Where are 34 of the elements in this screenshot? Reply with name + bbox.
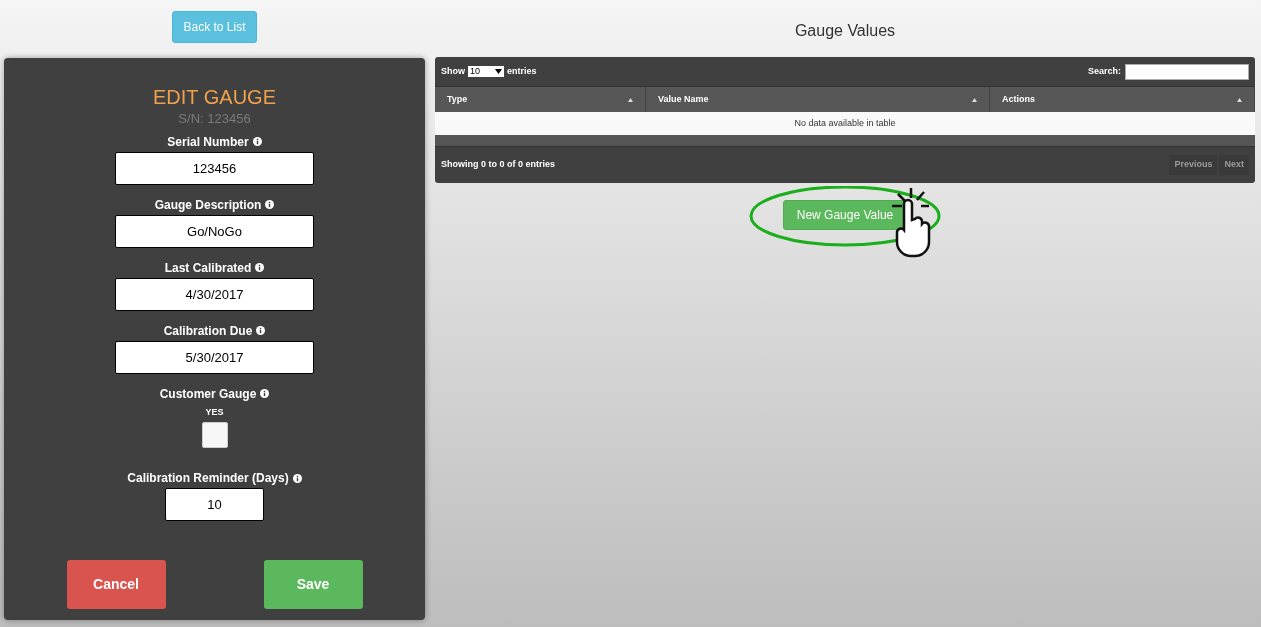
section-title: Gauge Values	[794, 21, 896, 41]
sort-icon	[1237, 97, 1242, 102]
search-label: Search:	[1087, 64, 1121, 78]
sort-icon	[628, 97, 633, 102]
sort-icon	[972, 97, 977, 102]
serial-subtitle: S/N: 123456	[178, 110, 251, 128]
entries-label: entries	[507, 64, 537, 78]
info-icon	[255, 263, 265, 272]
option-label: YES	[205, 405, 224, 419]
info-icon	[292, 473, 302, 483]
text-field[interactable]: 123456	[115, 151, 314, 185]
text-field[interactable]: Go/NoGo	[115, 214, 314, 248]
info-icon	[256, 326, 266, 335]
caret-icon	[495, 69, 502, 74]
field-label: Serial Number	[167, 133, 249, 151]
text-field[interactable]: 4/30/2017	[115, 277, 314, 311]
info-icon	[265, 200, 275, 209]
search-field[interactable]	[1125, 63, 1249, 80]
text-field[interactable]: 5/30/2017	[115, 340, 314, 374]
field-label: Calibration Due	[163, 322, 253, 340]
text-field[interactable]: 10	[165, 488, 264, 521]
page-size-select[interactable]: 10	[468, 66, 504, 77]
table-info: Showing 0 to 0 of 0 entries	[441, 158, 556, 172]
cancel-button[interactable]: Cancel	[66, 560, 166, 609]
field-label: Calibration Reminder (Days)	[127, 470, 289, 487]
info-icon	[260, 389, 270, 398]
empty-row: No data available in table	[435, 112, 1255, 135]
form-title: EDIT GAUGE	[153, 85, 276, 109]
field-label: Last Calibrated	[164, 259, 252, 277]
field-label: Gauge Description	[154, 196, 262, 214]
field-label: Customer Gauge	[159, 385, 257, 403]
show-label: Show	[441, 64, 465, 78]
info-icon	[252, 137, 262, 146]
checkbox[interactable]	[201, 422, 228, 448]
